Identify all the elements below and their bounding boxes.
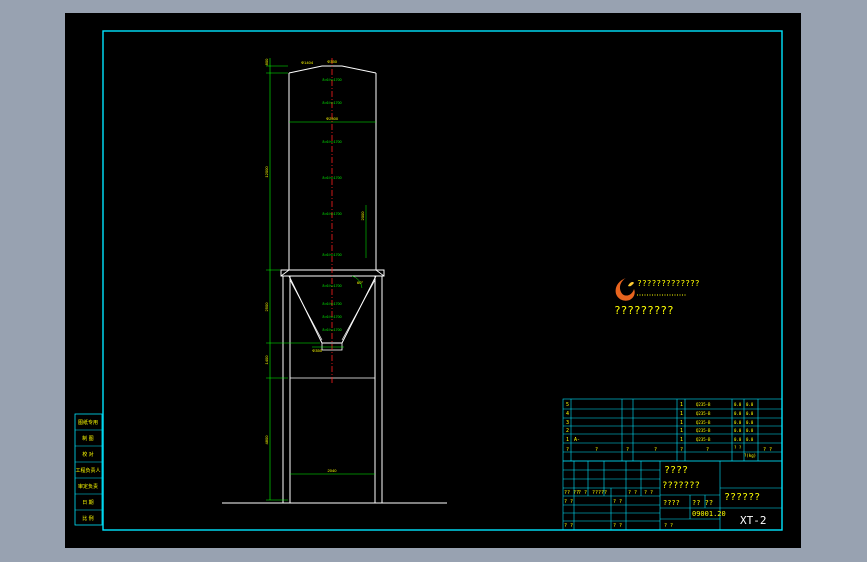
dim-base-width: 2040 bbox=[328, 468, 338, 473]
dim-vertical-3: 1400 bbox=[264, 355, 269, 365]
sign-label-0: ?? ?? bbox=[564, 490, 579, 496]
part-w1: 0.0 bbox=[734, 437, 742, 442]
course-label-1: δ=6 h=1700 bbox=[322, 101, 341, 105]
part-no: 2 bbox=[566, 428, 569, 434]
course-label-7: δ=6 h=1700 bbox=[322, 302, 341, 306]
title-block-text: ???? ??????? ?????? ???? ?? ?? 09001.20 … bbox=[564, 465, 767, 529]
dim-vertical-0: 800 bbox=[264, 58, 269, 65]
part-qty: 1 bbox=[680, 420, 683, 426]
part-no: 5 bbox=[566, 402, 569, 408]
part-w2: 0.0 bbox=[746, 402, 754, 407]
sign-label-3: ? ? bbox=[628, 490, 637, 496]
part-w2: 0.0 bbox=[746, 428, 754, 433]
sign-label-6: ? ? bbox=[613, 499, 622, 505]
bottom-label-0: ? ? bbox=[664, 523, 673, 529]
parts-table-text: 5 Q235-B 1 0.0 0.0 4 Q235-B 1 0.0 0.0 3 … bbox=[566, 402, 772, 458]
company-name: ?????? bbox=[724, 492, 760, 503]
logo-line2: ????????? bbox=[614, 304, 674, 317]
drawing-name: ??????? bbox=[662, 481, 700, 491]
part-name: A- bbox=[574, 437, 580, 443]
roof-outline bbox=[288, 65, 377, 74]
dim-right: 2000 bbox=[360, 211, 365, 221]
part-w1: 0.0 bbox=[734, 411, 742, 416]
drawing-date: 09001.20 bbox=[692, 510, 726, 518]
part-no: 3 bbox=[566, 420, 569, 426]
course-label-3: δ=6 h=1700 bbox=[322, 176, 341, 180]
part-qty: 1 bbox=[680, 402, 683, 408]
header-4: ? bbox=[680, 447, 683, 453]
part-qty: 1 bbox=[680, 437, 683, 443]
dim-vertical-4: 4800 bbox=[264, 435, 269, 445]
project-name: ???? bbox=[664, 465, 688, 476]
part-material: Q235-B bbox=[696, 402, 711, 407]
dim-vertical-1: 12000 bbox=[264, 166, 269, 178]
course-label-8: δ=6 h=1700 bbox=[322, 315, 341, 319]
sign-label-5: ? ? bbox=[564, 499, 573, 505]
company-logo: ????????????? ????????? bbox=[614, 278, 700, 317]
part-no: 1 bbox=[566, 437, 569, 443]
part-w2: 0.0 bbox=[746, 420, 754, 425]
bottom-label-1: ? ? bbox=[564, 523, 573, 529]
sign-label-2: ????? bbox=[592, 490, 607, 496]
course-label-4: δ=6 h=1700 bbox=[322, 212, 341, 216]
logo-line1: ????????????? bbox=[637, 279, 700, 288]
flame-logo-icon bbox=[615, 278, 635, 301]
side-stamp-column: 图纸专用 制 图 校 对 工程负责人 审定负责 日 期 比 例 bbox=[74, 413, 103, 526]
side-stamp-4: 审定负责 bbox=[78, 483, 98, 490]
part-material: Q235-B bbox=[696, 411, 711, 416]
dim-angle: 60° bbox=[357, 280, 363, 285]
silo-elevation: 800 12000 2500 1400 4800 Φ1404 Φ350 Φ250… bbox=[222, 58, 447, 504]
header-6: ? ? bbox=[734, 445, 742, 450]
course-label-6: δ=6 h=1700 bbox=[322, 284, 341, 288]
bottom-label-2: ? ? bbox=[613, 523, 622, 529]
part-w1: 0.0 bbox=[734, 402, 742, 407]
header-0: ? bbox=[566, 447, 569, 453]
course-label-2: δ=6 h=1700 bbox=[322, 140, 341, 144]
header-1: ? bbox=[595, 447, 598, 453]
dim-bottom-outlet: Φ350 bbox=[312, 348, 323, 353]
part-qty: 1 bbox=[680, 428, 683, 434]
drawing-number: XT-2 bbox=[740, 514, 767, 527]
part-material: Q235-B bbox=[696, 428, 711, 433]
part-no: 4 bbox=[566, 411, 569, 417]
header-5: ? bbox=[706, 447, 709, 453]
sheet-label: ?? ?? bbox=[692, 499, 713, 507]
side-stamp-1: 制 图 bbox=[82, 435, 93, 442]
course-label-0: δ=6 h=1700 bbox=[322, 78, 341, 82]
dim-top-diameter: Φ1404 bbox=[301, 60, 314, 65]
course-label-5: δ=6 h=1700 bbox=[322, 253, 341, 257]
side-stamp-3: 工程负责人 bbox=[75, 467, 100, 474]
part-material: Q235-B bbox=[696, 437, 711, 442]
header-2: ? bbox=[626, 447, 629, 453]
side-stamp-2: 校 对 bbox=[82, 451, 93, 458]
part-w1: 0.0 bbox=[734, 420, 742, 425]
part-w2: 0.0 bbox=[746, 437, 754, 442]
dim-top-small: Φ350 bbox=[327, 59, 338, 64]
sign-label-4: ? ? bbox=[644, 490, 653, 496]
part-w2: 0.0 bbox=[746, 411, 754, 416]
header-7: ?(kg) bbox=[744, 453, 756, 458]
ring-beam bbox=[280, 269, 385, 277]
header-8: ? ? bbox=[763, 447, 772, 453]
side-stamp-5: 日 期 bbox=[82, 500, 93, 506]
scale-label: ???? bbox=[663, 499, 680, 507]
sign-label-1: ? ? bbox=[578, 490, 587, 496]
header-3: ? bbox=[654, 447, 657, 453]
part-material: Q235-B bbox=[696, 420, 711, 425]
dim-vertical-2: 2500 bbox=[264, 302, 269, 312]
course-label-9: δ=6 h=1700 bbox=[322, 328, 341, 332]
part-w1: 0.0 bbox=[734, 428, 742, 433]
cad-drawing: 图纸专用 制 图 校 对 工程负责人 审定负责 日 期 比 例 800 1200… bbox=[74, 30, 783, 531]
side-stamp-6: 比 例 bbox=[82, 515, 93, 522]
part-qty: 1 bbox=[680, 411, 683, 417]
dim-shell-diameter: Φ2500 bbox=[326, 116, 339, 121]
side-stamp-0: 图纸专用 bbox=[78, 419, 98, 426]
